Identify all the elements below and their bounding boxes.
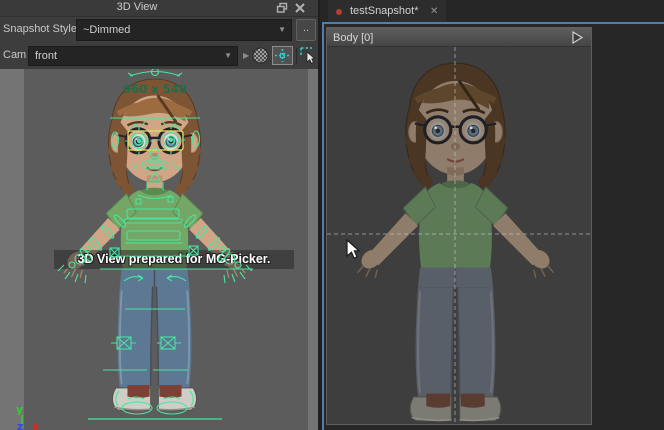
chevron-down-icon: ▼ [224, 47, 232, 65]
body-group-header[interactable]: Body [0] [327, 28, 591, 47]
close-window-icon[interactable] [294, 2, 306, 14]
cam-label: Cam [3, 49, 26, 61]
expand-arrow-icon[interactable]: ▶ [243, 51, 249, 60]
snapshot-style-dropdown[interactable]: ~Dimmed ▼ [76, 19, 292, 41]
toolbar-separator [296, 48, 297, 64]
snapshot-style-row: Snapshot Style ~Dimmed ▼ .. [0, 17, 318, 44]
character-model [58, 77, 251, 415]
chevron-down-icon: ▼ [278, 20, 286, 40]
camera-row: Cam front ▼ ▶ [0, 44, 318, 70]
more-options-button[interactable]: .. [296, 19, 316, 41]
tab-close-icon[interactable]: ✕ [430, 6, 438, 17]
body-group-label: Body [0] [327, 32, 373, 44]
tab-testsnapshot[interactable]: testSnapshot* ✕ [328, 0, 446, 22]
snapshot-viewport[interactable] [327, 47, 591, 425]
snapshot-style-value: ~Dimmed [83, 24, 130, 36]
expand-triangle-icon[interactable] [572, 31, 583, 44]
camera-value: front [35, 50, 57, 62]
shaded-sphere-icon[interactable] [252, 47, 269, 64]
picker-tab-bar: testSnapshot* ✕ [320, 0, 664, 22]
camera-gate-strip-left [0, 69, 24, 430]
marquee-select-icon[interactable] [299, 46, 318, 65]
camera-gate-strip-right [308, 69, 318, 430]
3d-viewport[interactable]: 3D View prepared for MG-Picker. 960 x 54… [0, 69, 318, 430]
axis-x-label: x [32, 420, 39, 430]
viewport-message-band: 3D View prepared for MG-Picker. [54, 250, 294, 269]
3d-view-titlebar[interactable]: 3D View [0, 0, 318, 17]
body-group-box: Body [0] [326, 27, 592, 425]
panel-title: 3D View [0, 1, 274, 13]
camera-dropdown[interactable]: front ▼ [28, 46, 238, 66]
resolution-label: 960 x 540 [123, 82, 186, 96]
character-model-dimmed [351, 61, 560, 425]
snapshot-style-label: Snapshot Style [3, 23, 77, 35]
picker-panel: Body [0] [322, 22, 664, 430]
mg-picker-window: 3D View Snapshot Style ~Dimmed ▼ .. Cam … [0, 0, 664, 430]
3d-view-panel: 3D View Snapshot Style ~Dimmed ▼ .. Cam … [0, 0, 318, 430]
restore-window-icon[interactable] [276, 2, 288, 14]
tab-label: testSnapshot* [350, 5, 419, 17]
viewport-message: 3D View prepared for MG-Picker. [54, 250, 294, 269]
modified-dot-icon [336, 9, 342, 15]
snapshot-frame-toggle-icon[interactable] [272, 46, 293, 65]
crosshair-guides [327, 47, 591, 425]
